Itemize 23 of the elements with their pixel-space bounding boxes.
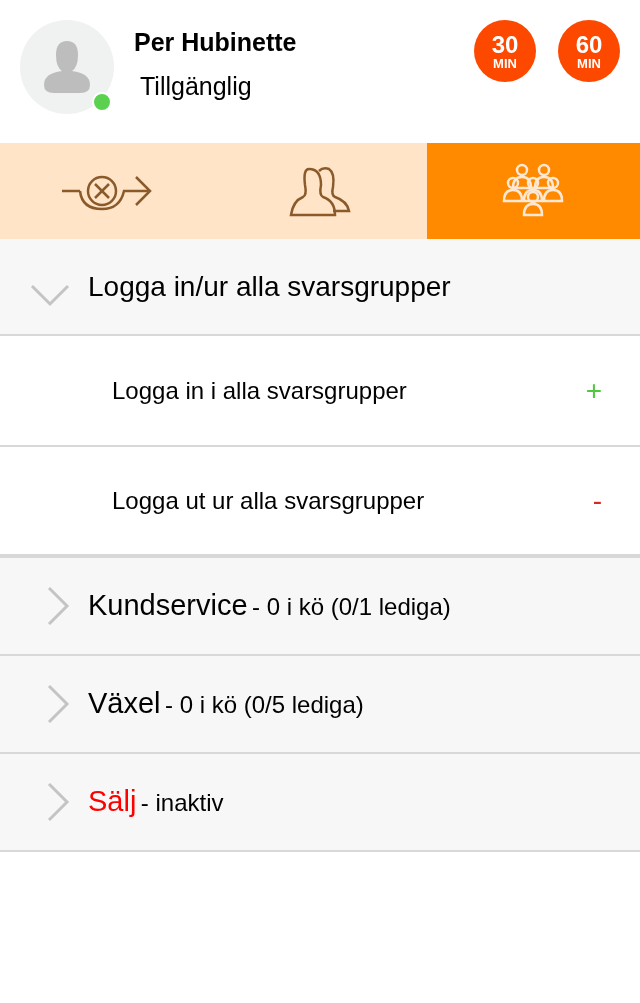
group-detail: - inaktiv [140, 789, 224, 817]
group-detail: - 0 i kö (0/5 lediga) [165, 691, 364, 719]
group-name: Kundservice [88, 589, 248, 622]
add-symbol: + [585, 373, 602, 408]
tab[interactable] [213, 143, 427, 239]
group-row[interactable]: Kundservice- 0 i kö (0/1 lediga) [0, 558, 640, 656]
user-name: Per Hubinette [134, 27, 298, 58]
section-title: Logga in/ur alla svarsgrupper [88, 269, 451, 304]
action-label: Logga ut ur alla svarsgrupper [112, 485, 426, 516]
remove-symbol: - [592, 483, 602, 518]
group-row[interactable]: Växel- 0 i kö (0/5 lediga) [0, 656, 640, 754]
tab[interactable] [0, 143, 214, 239]
people-icon [289, 165, 351, 217]
group-name: Sälj [88, 785, 137, 818]
section-header[interactable]: Logga in/ur alla svarsgrupper [0, 239, 640, 336]
action-row[interactable]: Logga in i alla svarsgrupper + [0, 336, 640, 447]
user-silhouette-icon [44, 41, 90, 93]
group-row[interactable]: Sälj- inaktiv [0, 754, 640, 852]
user-status: Tillgänglig [139, 71, 253, 102]
action-label: Logga in i alla svarsgrupper [112, 375, 408, 406]
group-icon [502, 163, 565, 219]
group-name: Växel [88, 687, 161, 720]
group-detail: - 0 i kö (0/1 lediga) [252, 593, 451, 621]
